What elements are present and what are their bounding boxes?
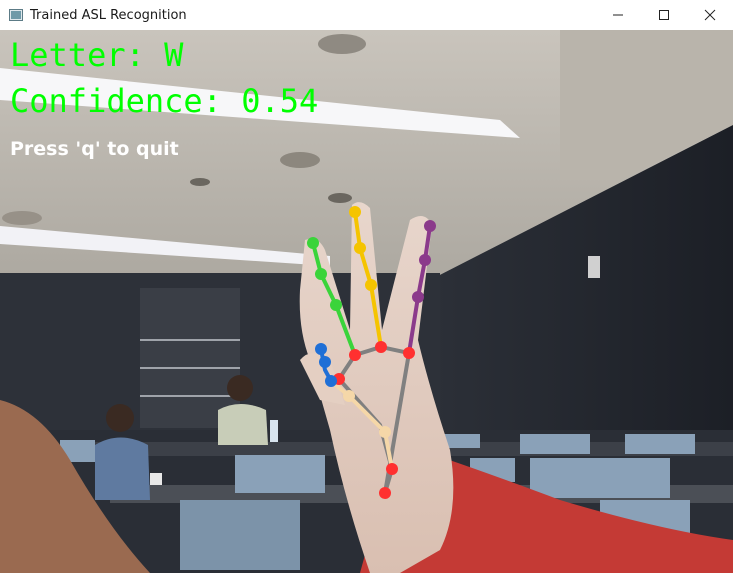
joint: [386, 463, 398, 475]
app-icon: [8, 7, 24, 23]
quit-hint: Press 'q' to quit: [10, 138, 179, 160]
middle-joint: [349, 206, 361, 218]
student-body: [95, 437, 150, 500]
confidence-score: Confidence: 0.54: [10, 82, 319, 120]
maximize-button[interactable]: [641, 0, 687, 30]
window-title: Trained ASL Recognition: [30, 7, 187, 23]
student-head: [106, 404, 134, 432]
joint: [343, 390, 355, 402]
cup: [150, 473, 162, 485]
water-bottle: [270, 420, 278, 442]
middle-joint: [354, 242, 366, 254]
joint: [349, 349, 361, 361]
minimize-icon: [613, 14, 623, 16]
maximize-icon: [659, 10, 669, 20]
ceiling-light-fixture: [190, 178, 210, 186]
ceiling-speaker: [2, 211, 42, 225]
index-joint: [315, 268, 327, 280]
index-joint: [330, 299, 342, 311]
chair: [520, 434, 590, 454]
wall-outlet: [588, 256, 600, 278]
wrist-joint: [379, 487, 391, 499]
middle-joint: [365, 279, 377, 291]
app-window: Trained ASL Recognition Letter: W Confid…: [0, 0, 733, 573]
thumb-joint: [319, 356, 331, 368]
joint: [403, 347, 415, 359]
ring-joint: [419, 254, 431, 266]
ring-joint: [412, 291, 424, 303]
thumb-joint: [315, 343, 327, 355]
index-joint: [307, 237, 319, 249]
ceiling-speaker: [318, 34, 366, 54]
minimize-button[interactable]: [595, 0, 641, 30]
ceiling-light-fixture: [328, 193, 352, 203]
ceiling-speaker: [280, 152, 320, 168]
joint: [375, 341, 387, 353]
joint: [379, 426, 391, 438]
chair: [180, 500, 300, 570]
thumb-joint: [325, 375, 337, 387]
predicted-letter: Letter: W: [10, 36, 184, 74]
chair: [235, 455, 325, 493]
window-controls: [595, 0, 733, 30]
close-button[interactable]: [687, 0, 733, 30]
ring-joint: [424, 220, 436, 232]
student-head: [227, 375, 253, 401]
chair: [530, 458, 670, 498]
close-icon: [704, 9, 716, 21]
title-bar[interactable]: Trained ASL Recognition: [0, 0, 733, 30]
student-body: [218, 404, 268, 445]
chair: [625, 434, 695, 454]
